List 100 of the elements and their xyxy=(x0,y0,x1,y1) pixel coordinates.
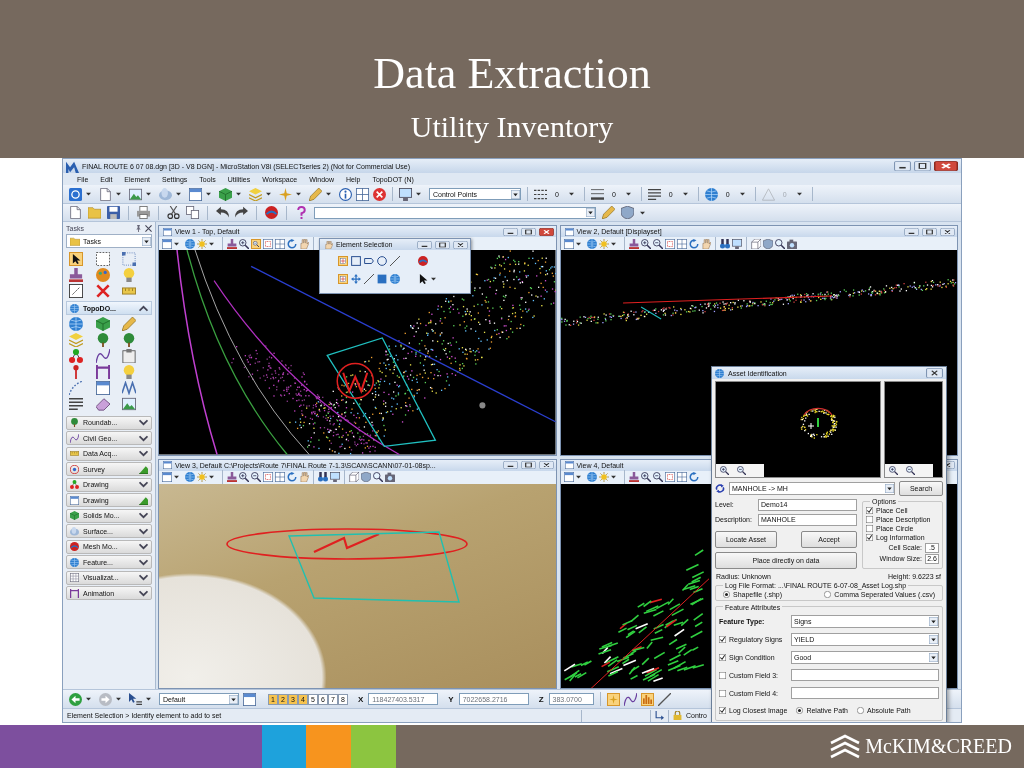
page-icon[interactable] xyxy=(69,206,82,219)
info-icon[interactable] xyxy=(339,187,352,201)
crosshair-square-icon[interactable] xyxy=(338,255,348,266)
combo-button-icon[interactable] xyxy=(929,652,938,662)
caret-icon[interactable] xyxy=(296,192,301,196)
undo-arrow-icon[interactable] xyxy=(216,206,229,219)
chevron-up-icon[interactable] xyxy=(139,303,148,313)
caret-icon[interactable] xyxy=(209,475,214,479)
rotate-icon[interactable] xyxy=(287,238,297,249)
node-graph-icon[interactable] xyxy=(69,349,83,363)
sphere-icon[interactable] xyxy=(418,255,428,266)
bars-icon[interactable] xyxy=(640,692,654,706)
caret-icon[interactable] xyxy=(209,241,214,246)
shield-icon[interactable] xyxy=(621,206,634,219)
radio-button[interactable] xyxy=(796,706,804,714)
caret-icon[interactable] xyxy=(796,192,802,196)
caret-icon[interactable] xyxy=(174,475,179,479)
eraser-icon[interactable] xyxy=(95,397,110,411)
cube-icon[interactable] xyxy=(95,317,110,331)
window-area-icon[interactable] xyxy=(263,472,273,482)
window-icon[interactable] xyxy=(563,472,574,482)
minimize-icon[interactable] xyxy=(502,461,518,469)
redo-arrow-icon[interactable] xyxy=(235,206,248,219)
zoom-in-icon[interactable] xyxy=(889,466,898,475)
dotted-selection-icon[interactable] xyxy=(122,252,137,266)
window-icon[interactable] xyxy=(189,187,202,201)
input-field[interactable] xyxy=(791,687,939,699)
tree-icon[interactable] xyxy=(70,418,79,427)
bulb-icon[interactable] xyxy=(122,268,137,282)
window-area-icon[interactable] xyxy=(664,238,675,249)
caret-icon[interactable] xyxy=(575,241,581,246)
square-solid-icon[interactable] xyxy=(377,273,387,284)
refresh-icon[interactable] xyxy=(715,483,725,493)
binoculars-icon[interactable] xyxy=(719,238,730,249)
arrow-cursor-icon[interactable] xyxy=(69,252,83,266)
zoom-in-icon[interactable] xyxy=(239,472,249,482)
text-lines-icon[interactable] xyxy=(647,187,661,201)
monitor-icon[interactable] xyxy=(731,238,742,249)
split-window-icon[interactable] xyxy=(356,187,369,201)
globe-icon[interactable] xyxy=(185,472,195,482)
binoculars-icon[interactable] xyxy=(318,472,328,482)
split-window-icon[interactable] xyxy=(275,238,285,249)
rotate-icon[interactable] xyxy=(688,238,699,249)
dashed-square-icon[interactable] xyxy=(95,252,110,266)
globe-icon[interactable] xyxy=(69,317,83,331)
chevron-down-icon[interactable] xyxy=(139,480,148,489)
minimize-icon[interactable] xyxy=(904,227,919,236)
zoom-in-icon[interactable] xyxy=(720,466,729,475)
rounded-shape-icon[interactable] xyxy=(364,255,374,266)
image-icon[interactable] xyxy=(129,187,142,201)
image-icon[interactable] xyxy=(122,397,137,411)
tree-icon[interactable] xyxy=(95,333,110,347)
caret-icon[interactable] xyxy=(116,697,121,701)
x-circle-icon[interactable] xyxy=(373,187,386,201)
stacked-lines-icon[interactable] xyxy=(590,187,604,201)
input-field[interactable] xyxy=(314,206,596,219)
globe-icon[interactable] xyxy=(704,187,718,201)
pencil-icon[interactable] xyxy=(602,206,615,219)
split-window-icon[interactable] xyxy=(275,472,285,482)
input-field[interactable] xyxy=(791,669,939,681)
window-icon[interactable] xyxy=(563,238,574,249)
zoom-out-icon[interactable] xyxy=(737,466,746,475)
zoom-in-icon[interactable] xyxy=(640,238,651,249)
combo-button-icon[interactable] xyxy=(586,208,595,217)
clip-box-icon[interactable] xyxy=(750,238,761,249)
maximize-icon[interactable] xyxy=(922,227,937,236)
globe-icon[interactable] xyxy=(70,303,79,313)
checkbox[interactable] xyxy=(866,516,873,523)
zoom-out-icon[interactable] xyxy=(251,472,261,482)
globe-icon[interactable] xyxy=(390,273,400,284)
caret-icon[interactable] xyxy=(575,475,581,479)
globe-icon[interactable] xyxy=(586,472,597,482)
radio-button[interactable] xyxy=(723,591,730,598)
combo-button-icon[interactable] xyxy=(929,616,938,626)
zoom-in-icon[interactable] xyxy=(239,238,249,249)
caret-icon[interactable] xyxy=(86,192,91,196)
caret-icon[interactable] xyxy=(86,697,91,701)
caret-icon[interactable] xyxy=(146,192,151,196)
window-icon[interactable] xyxy=(95,381,110,395)
checkbox[interactable] xyxy=(866,507,873,514)
checkbox[interactable] xyxy=(719,671,726,679)
rotate-icon[interactable] xyxy=(688,472,699,482)
caret-icon[interactable] xyxy=(146,697,151,701)
curve-icon[interactable] xyxy=(70,433,79,443)
dashed-lines-icon[interactable] xyxy=(534,187,547,201)
caret-icon[interactable] xyxy=(610,475,616,479)
checkbox[interactable] xyxy=(719,653,726,661)
caret-icon[interactable] xyxy=(326,192,331,196)
copy-icon[interactable] xyxy=(186,206,199,219)
clipboard-icon[interactable] xyxy=(122,349,137,363)
printer-icon[interactable] xyxy=(137,206,150,219)
camera-icon[interactable] xyxy=(786,238,797,249)
line-icon[interactable] xyxy=(657,692,671,706)
cube-icon[interactable] xyxy=(219,187,232,201)
caret-icon[interactable] xyxy=(236,192,241,196)
combo-button-icon[interactable] xyxy=(142,236,151,246)
checkbox[interactable] xyxy=(719,689,726,697)
window-icon[interactable] xyxy=(162,472,172,482)
dashed-frame-icon[interactable] xyxy=(69,284,83,298)
combo-button-icon[interactable] xyxy=(511,189,520,199)
